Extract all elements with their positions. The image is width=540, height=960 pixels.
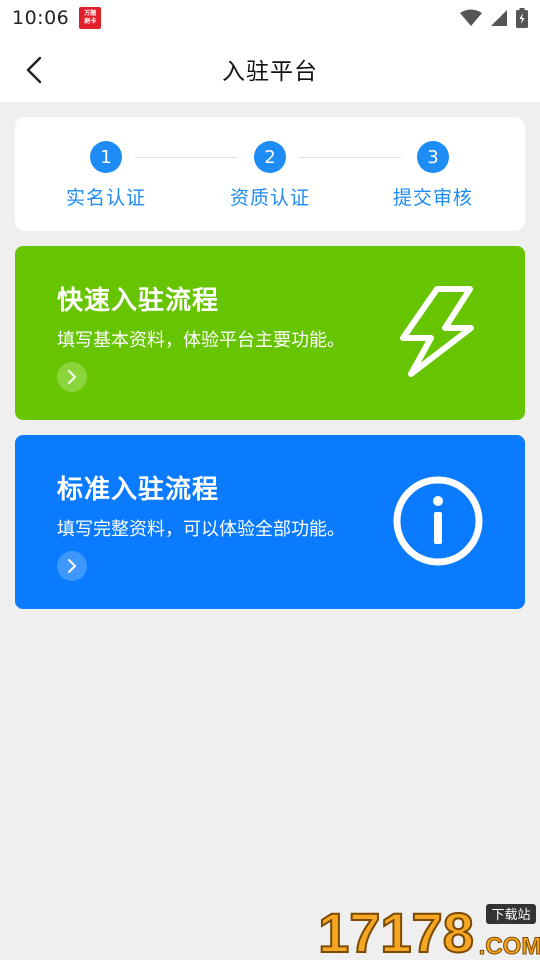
standard-entry-arrow-button[interactable]: [57, 551, 87, 581]
step-number: 3: [417, 141, 449, 173]
wifi-icon: [460, 9, 482, 26]
quick-entry-title: 快速入驻流程: [57, 286, 220, 316]
badge-line-1: 万题: [84, 10, 97, 17]
battery-icon: [516, 8, 528, 28]
watermark-tag: 下载站: [491, 908, 530, 923]
status-bar: 10:06 万题 刷卡: [0, 0, 540, 36]
watermark-suffix: .COM: [479, 933, 540, 960]
steps-progress-card: 1 实名认证 2 资质认证 3 提交审核: [15, 117, 525, 231]
app-header: 入驻平台: [0, 36, 540, 102]
standard-entry-card[interactable]: 标准入驻流程 填写完整资料，可以体验全部功能。: [15, 435, 525, 609]
step-label: 实名认证: [65, 187, 146, 209]
watermark-digits: 17178: [318, 901, 474, 960]
status-time: 10:06: [12, 7, 70, 29]
lightning-icon: [400, 286, 474, 377]
status-icons: [460, 8, 528, 28]
step-number: 2: [254, 141, 286, 173]
quick-entry-description: 填写基本资料，体验平台主要功能。: [57, 330, 345, 351]
chevron-left-icon: [26, 56, 42, 84]
step-submit-review: 3 提交审核: [373, 141, 493, 210]
standard-entry-title: 标准入驻流程: [57, 475, 220, 505]
quick-entry-arrow-button[interactable]: [57, 362, 87, 392]
step-qualification: 2 资质认证: [210, 141, 330, 210]
notification-badge-icon: 万题 刷卡: [79, 7, 102, 29]
site-watermark-logo: 17178 下载站 .COM: [317, 900, 540, 960]
step-number: 1: [90, 141, 122, 173]
standard-entry-description: 填写完整资料，可以体验全部功能。: [57, 519, 345, 540]
back-button[interactable]: [14, 50, 54, 90]
quick-entry-card[interactable]: 快速入驻流程 填写基本资料，体验平台主要功能。: [15, 246, 525, 420]
page-title: 入驻平台: [222, 59, 318, 85]
step-label: 提交审核: [392, 187, 473, 209]
info-icon: [393, 476, 483, 566]
signal-icon: [491, 10, 507, 26]
step-realname: 1 实名认证: [46, 141, 166, 210]
badge-line-2: 刷卡: [84, 18, 97, 25]
chevron-right-icon: [68, 370, 76, 384]
chevron-right-icon: [68, 559, 76, 573]
step-label: 资质认证: [229, 187, 310, 209]
